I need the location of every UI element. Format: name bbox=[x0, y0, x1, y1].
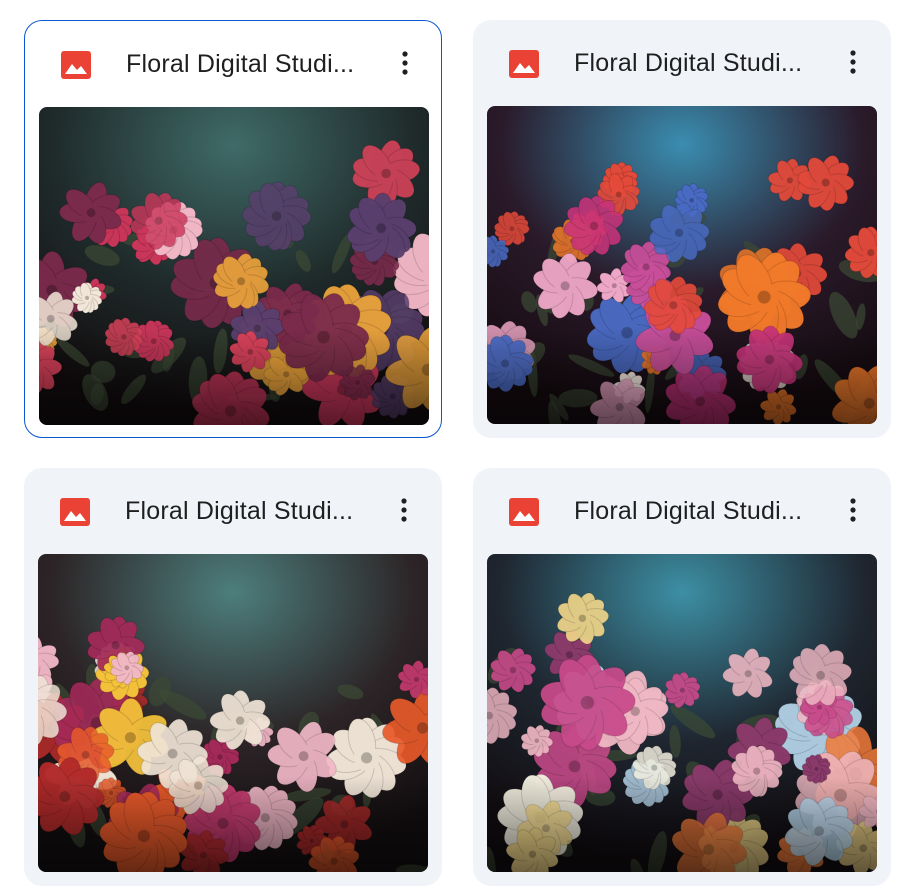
file-name: Floral Digital Studi... bbox=[126, 50, 355, 78]
more-vert-icon bbox=[850, 50, 856, 74]
image-file-icon bbox=[509, 498, 539, 526]
file-thumbnail[interactable] bbox=[487, 554, 877, 872]
card-header: Floral Digital Studi... bbox=[473, 20, 891, 106]
file-thumbnail[interactable] bbox=[38, 554, 428, 872]
file-name: Floral Digital Studi... bbox=[125, 497, 354, 525]
file-card[interactable]: Floral Digital Studi... bbox=[24, 468, 442, 886]
file-grid: Floral Digital Studi... Floral Digital S… bbox=[0, 0, 904, 892]
image-file-icon bbox=[60, 498, 90, 526]
file-name: Floral Digital Studi... bbox=[574, 49, 803, 77]
more-vert-icon bbox=[850, 498, 856, 522]
file-card[interactable]: Floral Digital Studi... bbox=[24, 20, 442, 438]
image-file-icon bbox=[61, 51, 91, 79]
file-card[interactable]: Floral Digital Studi... bbox=[473, 468, 891, 886]
more-actions-button[interactable] bbox=[383, 41, 427, 85]
card-header: Floral Digital Studi... bbox=[24, 468, 442, 554]
file-name: Floral Digital Studi... bbox=[574, 497, 803, 525]
image-file-icon bbox=[509, 50, 539, 78]
more-actions-button[interactable] bbox=[382, 488, 426, 532]
more-vert-icon bbox=[402, 51, 408, 75]
card-header: Floral Digital Studi... bbox=[25, 21, 441, 107]
more-actions-button[interactable] bbox=[831, 488, 875, 532]
file-thumbnail[interactable] bbox=[39, 107, 429, 425]
more-actions-button[interactable] bbox=[831, 40, 875, 84]
card-header: Floral Digital Studi... bbox=[473, 468, 891, 554]
file-thumbnail[interactable] bbox=[487, 106, 877, 424]
file-card[interactable]: Floral Digital Studi... bbox=[473, 20, 891, 438]
more-vert-icon bbox=[401, 498, 407, 522]
